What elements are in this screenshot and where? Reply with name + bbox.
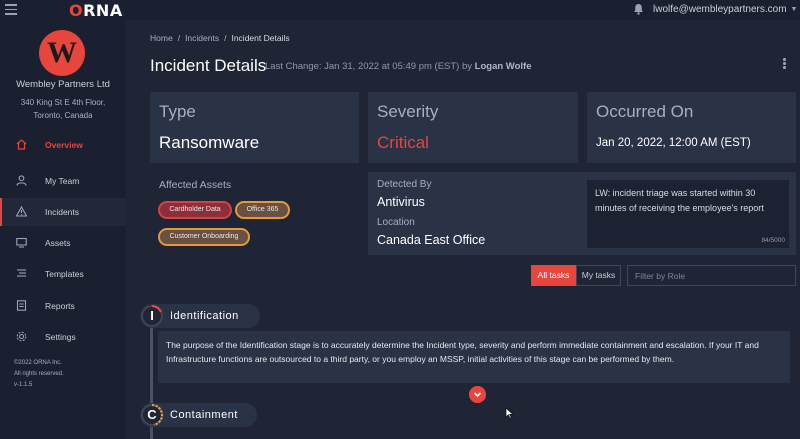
asset-tag-customer-onboarding[interactable]: Customer Onboarding xyxy=(158,228,250,246)
sidebar-item-settings[interactable]: Settings xyxy=(0,323,126,351)
more-options-icon[interactable] xyxy=(783,58,787,70)
breadcrumb-current: Incident Details xyxy=(231,33,290,43)
stage-name: Containment xyxy=(170,409,238,421)
location-label: Location xyxy=(377,217,415,228)
bell-icon[interactable] xyxy=(633,3,644,15)
filter-by-role-input[interactable] xyxy=(627,265,796,286)
affected-assets-label: Affected Assets xyxy=(159,179,232,191)
last-change: Last Change: Jan 31, 2022 at 05:49 pm (E… xyxy=(265,61,532,72)
user-icon xyxy=(16,175,27,186)
monitor-icon xyxy=(16,237,27,248)
sidebar-item-reports[interactable]: Reports xyxy=(0,292,126,320)
orna-logo[interactable]: ORNA xyxy=(69,1,123,20)
copyright: ©2022 ORNA Inc. xyxy=(14,360,62,366)
home-icon xyxy=(16,139,27,150)
stage-description-box: The purpose of the Identification stage … xyxy=(158,331,790,383)
note-char-count: 84/5000 xyxy=(761,237,786,244)
list-icon xyxy=(17,269,26,277)
sidebar-item-templates[interactable]: Templates xyxy=(0,260,126,288)
asset-tag-office-365[interactable]: Office 365 xyxy=(235,201,290,219)
note-textarea[interactable]: LW: incident triage was started within 3… xyxy=(587,180,789,248)
stage-letter-badge: C xyxy=(147,407,157,422)
sidebar-item-incidents[interactable]: Incidents xyxy=(0,198,126,226)
breadcrumb-home[interactable]: Home xyxy=(150,33,173,43)
severity-value: Critical xyxy=(377,133,429,152)
chevron-down-icon: ▼ xyxy=(790,6,798,13)
type-card: Type Ransomware xyxy=(150,92,359,163)
user-menu[interactable]: lwolfe@wembleypartners.com ▼ xyxy=(653,4,797,15)
sidebar-item-overview[interactable]: Overview xyxy=(0,131,126,159)
gear-icon xyxy=(16,331,27,342)
sidebar-item-assets[interactable]: Assets xyxy=(0,229,126,257)
note-text: LW: incident triage was started within 3… xyxy=(595,188,764,213)
stage-name: Identification xyxy=(170,310,239,322)
detected-by-value: Antivirus xyxy=(377,195,425,209)
type-label: Type xyxy=(159,102,196,121)
sidebar-item-my-team[interactable]: My Team xyxy=(0,167,126,195)
top-bar: ORNA lwolfe@wembleypartners.com ▼ xyxy=(0,0,800,20)
breadcrumb: Home / Incidents / Incident Details xyxy=(150,33,290,43)
page-title: Incident Details xyxy=(150,56,267,75)
severity-card: Severity Critical xyxy=(368,92,578,163)
expand-chevron-icon[interactable] xyxy=(469,386,486,403)
occurred-value: Jan 20, 2022, 12:00 AM (EST) xyxy=(596,137,751,149)
sidebar: W Wembley Partners Ltd 340 King St E 4th… xyxy=(0,20,126,439)
occurred-label: Occurred On xyxy=(596,102,694,121)
my-tasks-button[interactable]: My tasks xyxy=(576,265,621,286)
version-text: v-1.1.5 xyxy=(14,382,33,388)
detected-by-label: Detected By xyxy=(377,179,432,190)
breadcrumb-incidents[interactable]: Incidents xyxy=(185,33,219,43)
rights-text: All rights reserved. xyxy=(14,371,64,377)
mouse-cursor-icon xyxy=(505,407,514,419)
stage-description: The purpose of the Identification stage … xyxy=(166,340,759,364)
org-address: 340 King St E 4th Floor, Toronto, Canada xyxy=(20,98,106,120)
document-icon xyxy=(16,300,27,311)
asset-tag-cardholder-data[interactable]: Cardholder Data xyxy=(158,201,232,219)
user-email: lwolfe@wembleypartners.com xyxy=(653,4,787,15)
severity-label: Severity xyxy=(377,102,439,121)
stage-letter-badge: I xyxy=(150,308,154,323)
occurred-card: Occurred On Jan 20, 2022, 12:00 AM (EST) xyxy=(587,92,796,163)
all-tasks-button[interactable]: All tasks xyxy=(531,265,576,286)
menu-icon[interactable] xyxy=(5,4,17,15)
alert-icon xyxy=(16,206,27,217)
type-value: Ransomware xyxy=(159,133,260,152)
location-value: Canada East Office xyxy=(377,233,486,247)
org-name: Wembley Partners Ltd xyxy=(16,79,110,90)
org-logo: W xyxy=(39,30,85,76)
